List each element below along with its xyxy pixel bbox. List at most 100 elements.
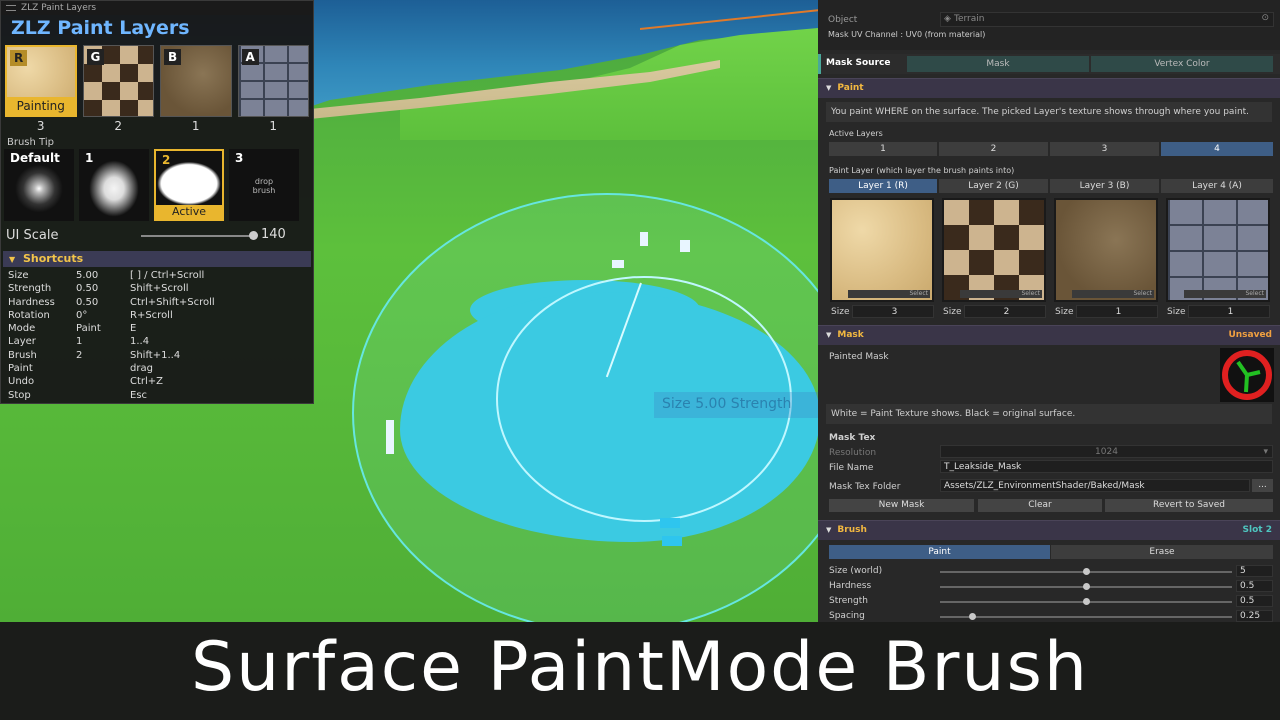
shortcut-row: Rotation 0° R+Scroll	[1, 310, 313, 323]
select-texture-button[interactable]: Select	[1072, 290, 1154, 298]
layer-3-size[interactable]: 1	[1076, 305, 1158, 318]
mask-foldout[interactable]: ▼ Mask Unsaved	[818, 325, 1280, 345]
mask-help-box: White = Paint Texture shows. Black = ori…	[826, 404, 1272, 424]
shortcuts-table: Size 5.00 [ ] / Ctrl+Scroll Strength 0.50 Sh…	[1, 267, 313, 403]
painting-badge: Painting	[7, 97, 75, 115]
shortcut-name: Mode	[8, 323, 36, 335]
layer-counts: 3 2 1 1	[1, 119, 313, 135]
active-layer-2[interactable]: 2	[939, 142, 1048, 156]
active-badge: Active	[156, 205, 222, 219]
slider-knob[interactable]	[1083, 583, 1090, 590]
shortcut-value: Paint	[76, 323, 101, 335]
paint-header-title: Paint	[837, 83, 864, 93]
shortcut-value	[76, 363, 130, 376]
mask-folder-input[interactable]: Assets/ZLZ_EnvironmentShader/Baked/Mask	[940, 479, 1250, 492]
drop-brush-hint: drop brush	[229, 177, 299, 195]
brush-tip-1[interactable]: 1	[79, 149, 149, 221]
layer-tile-r[interactable]: R Painting	[5, 45, 77, 117]
layer-1-texture[interactable]: Select	[830, 198, 934, 302]
layer-tile-b[interactable]: B	[160, 45, 232, 117]
layer-3-texture[interactable]: Select	[1054, 198, 1158, 302]
panel-titlebar[interactable]: ZLZ Paint Layers	[1, 1, 313, 15]
size-label: Size	[1167, 307, 1186, 317]
window-title: ZLZ Paint Layers	[21, 3, 97, 13]
shortcuts-title: Shortcuts	[23, 252, 84, 265]
layer-tiles: R Painting G B A	[1, 45, 313, 117]
drop-brush-hint-line: drop	[254, 177, 274, 186]
brush-tip-label: 1	[85, 151, 94, 165]
layer-2-size[interactable]: 2	[964, 305, 1046, 318]
file-name-input[interactable]: T_Leakside_Mask	[940, 460, 1273, 473]
layer-2-texture[interactable]: Select	[942, 198, 1046, 302]
shortcut-keys: 1..4	[130, 336, 150, 348]
clear-mask-button[interactable]: Clear	[978, 499, 1102, 512]
slider-value[interactable]: 5	[1236, 565, 1273, 577]
brush-tip-2[interactable]: 2 Active	[154, 149, 224, 221]
brush-tip-3-drop-slot[interactable]: 3 drop brush	[229, 149, 299, 221]
slider-value[interactable]: 0.25	[1236, 610, 1273, 622]
slider-value[interactable]: 0.5	[1236, 595, 1273, 607]
object-value: Terrain	[954, 14, 985, 24]
layer-4-texture[interactable]: Select	[1166, 198, 1270, 302]
paint-layer-3[interactable]: Layer 3 (B)	[1050, 179, 1159, 193]
resolution-value: 1024	[1095, 447, 1118, 457]
brush-hud-ghost: Size 5.00 Strength	[654, 392, 818, 418]
revert-to-saved-button[interactable]: Revert to Saved	[1105, 499, 1273, 512]
paint-layer-4[interactable]: Layer 4 (A)	[1161, 179, 1273, 193]
mask-source-vertex-color[interactable]: Vertex Color	[1091, 56, 1273, 72]
object-picker-icon[interactable]: ⊙	[1261, 13, 1269, 23]
triangle-down-icon: ▼	[826, 331, 832, 339]
mask-uv-info: Mask UV Channel : UV0 (from material)	[828, 30, 986, 39]
shortcut-row: Undo Ctrl+Z	[1, 376, 313, 389]
brush-mode-paint[interactable]: Paint	[829, 545, 1050, 559]
layer-letter: R	[10, 50, 28, 66]
ui-scale-value: 140	[261, 227, 286, 242]
layer-tile-g[interactable]: G	[82, 45, 155, 117]
active-layer-4[interactable]: 4	[1161, 142, 1273, 156]
mask-help-text: White = Paint Texture shows. Black = ori…	[831, 409, 1076, 419]
select-texture-button[interactable]: Select	[960, 290, 1042, 298]
resolution-dropdown[interactable]: 1024 ▾	[940, 445, 1273, 458]
shortcut-value: 0.50	[76, 283, 99, 295]
active-layer-1[interactable]: 1	[829, 142, 937, 156]
brush-mode-erase[interactable]: Erase	[1051, 545, 1273, 559]
layer-count: 2	[114, 119, 123, 133]
brush-tip-default[interactable]: Default	[4, 149, 74, 221]
slider-knob[interactable]	[1083, 568, 1090, 575]
browse-folder-button[interactable]: ...	[1252, 479, 1273, 492]
paint-help-text: You paint WHERE on the surface. The pick…	[831, 107, 1250, 117]
triangle-down-icon: ▼	[826, 526, 832, 534]
drag-handle-icon[interactable]	[6, 5, 16, 11]
shortcut-value: 0.50	[76, 296, 99, 308]
layer-1-size[interactable]: 3	[852, 305, 934, 318]
paint-foldout[interactable]: ▼ Paint	[818, 78, 1280, 98]
brush-tip-label: Brush Tip	[7, 137, 54, 148]
slider-knob[interactable]	[1083, 598, 1090, 605]
paint-layer-1[interactable]: Layer 1 (R)	[829, 179, 937, 193]
paint-fleck	[660, 518, 680, 528]
paint-layer-2[interactable]: Layer 2 (G)	[939, 179, 1048, 193]
active-layer-3[interactable]: 3	[1050, 142, 1159, 156]
shortcut-row: Brush 2 Shift+1..4	[1, 350, 313, 363]
ui-scale-slider-track[interactable]	[141, 235, 255, 237]
shortcuts-foldout[interactable]: ▼ Shortcuts	[3, 251, 311, 267]
paint-fleck	[386, 420, 394, 454]
select-texture-button[interactable]: Select	[1184, 290, 1266, 298]
slider-knob[interactable]	[969, 613, 977, 620]
mask-source-mask[interactable]: Mask	[907, 56, 1089, 72]
slider-track[interactable]	[940, 616, 1232, 618]
brush-foldout[interactable]: ▼ Brush Slot 2	[818, 520, 1280, 540]
select-texture-button[interactable]: Select	[848, 290, 930, 298]
slider-value[interactable]: 0.5	[1236, 580, 1273, 592]
new-mask-button[interactable]: New Mask	[829, 499, 974, 512]
inspector-panel: Object ◈ Terrain ⊙ Mask UV Channel : UV0…	[818, 0, 1280, 622]
layer-tile-a[interactable]: A	[237, 45, 310, 117]
object-field[interactable]: ◈ Terrain ⊙	[940, 12, 1274, 27]
ui-scale-slider-knob[interactable]	[249, 231, 258, 240]
ui-scale-row: UI Scale 140	[1, 225, 313, 247]
paint-fleck	[680, 240, 690, 252]
shortcut-row: Hardness 0.50 Ctrl+Shift+Scroll	[1, 297, 313, 310]
painted-mask-preview[interactable]	[1220, 348, 1274, 402]
layer-4-size[interactable]: 1	[1188, 305, 1270, 318]
paint-help-box: You paint WHERE on the surface. The pick…	[826, 102, 1272, 122]
